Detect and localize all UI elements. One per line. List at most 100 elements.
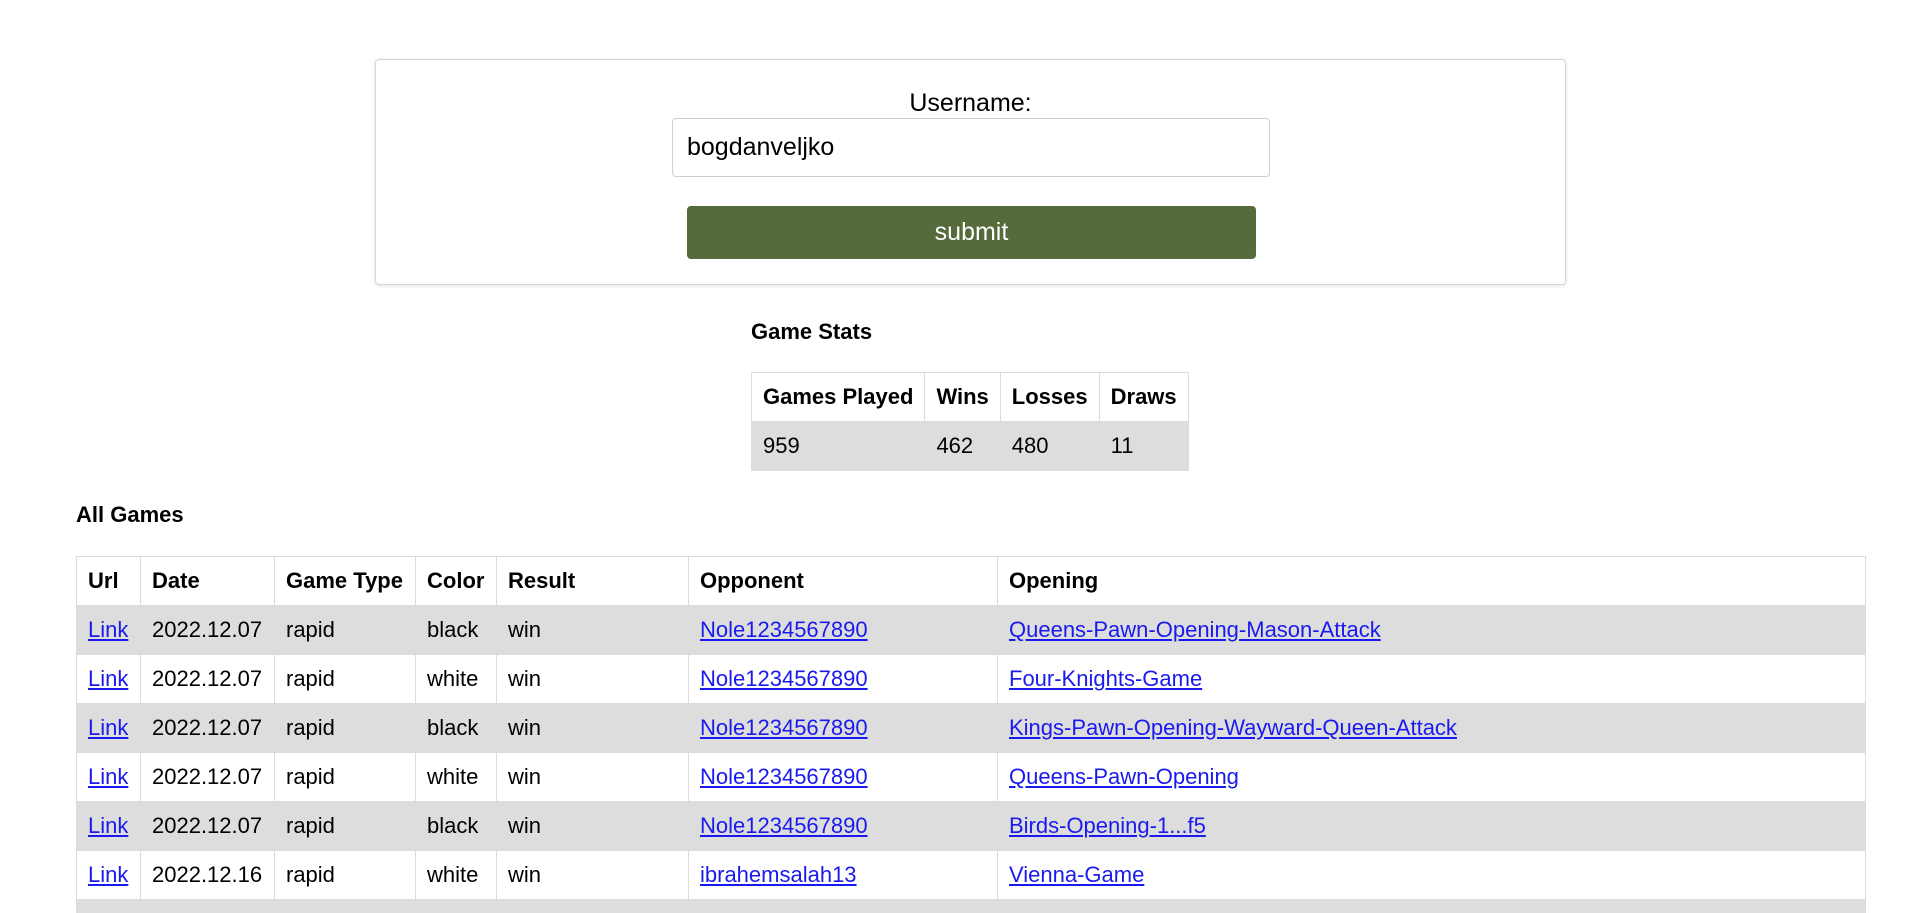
table-row: Link 2022.12.07 rapid black win Nole1234… [76,801,1866,851]
result-cell: win [496,703,689,753]
date-cell: 2022.12.07 [140,801,275,851]
opening-cell: Vienna-Game [997,850,1866,900]
games-header-game-type: Game Type [274,556,416,606]
opponent-cell: ibrahemsalah13 [688,850,998,900]
table-row: Link 2022.12.07 rapid white win Nole1234… [76,752,1866,802]
date-cell: 2022.12.07 [140,703,275,753]
game-stats-table: Games Played Wins Losses Draws 959 462 4… [750,372,1189,471]
game-link[interactable]: Link [88,617,128,642]
color-cell: white [415,752,497,802]
opponent-link[interactable]: Nole1234567890 [700,813,868,838]
opponent-link[interactable]: Nole1234567890 [700,666,868,691]
stats-wins: 462 [924,421,1001,471]
color-cell: white [415,654,497,704]
opponent-link[interactable]: Nole1234567890 [700,764,868,789]
page: Username: submit Game Stats Games Played… [0,0,1920,913]
date-cell: 2022.12.16 [140,850,275,900]
opponent-cell: Nole1234567890 [688,703,998,753]
opening-cell: Queens-Pawn-Opening-Mason-Attack [997,605,1866,655]
stats-losses: 480 [999,421,1100,471]
opening-link[interactable]: Vienna-Game [1009,862,1144,887]
opening-link[interactable]: Birds-Opening-1...f5 [1009,813,1206,838]
url-cell: Link [76,801,141,851]
opening-cell: Kings-Pawn-Opening-Wayward-Queen-Attack [997,703,1866,753]
url-cell: Link [76,850,141,900]
date-cell: 2022.12.07 [140,605,275,655]
game-type-cell [274,899,416,913]
opening-link[interactable]: Queens-Pawn-Opening [1009,764,1239,789]
game-link[interactable]: Link [88,862,128,887]
all-games-heading: All Games [76,502,184,527]
game-type-cell: rapid [274,752,416,802]
opening-link[interactable]: Kings-Pawn-Opening-Wayward-Queen-Attack [1009,715,1457,740]
game-link[interactable]: Link [88,813,128,838]
game-link[interactable]: Link [88,715,128,740]
table-row [76,899,1866,913]
date-cell: 2022.12.07 [140,752,275,802]
games-header-result: Result [496,556,689,606]
opponent-link[interactable]: Nole1234567890 [700,617,868,642]
color-cell [415,899,497,913]
opponent-cell: Nole1234567890 [688,654,998,704]
url-cell: Link [76,752,141,802]
games-header-opponent: Opponent [688,556,998,606]
all-games-table: Url Date Game Type Color Result Opponent… [76,556,1866,913]
stats-header-games-played: Games Played [750,372,926,422]
stats-games-played: 959 [750,421,926,471]
date-cell: 2022.12.07 [140,654,275,704]
url-cell [76,899,141,913]
games-header-date: Date [140,556,275,606]
opponent-link[interactable]: ibrahemsalah13 [700,862,857,887]
opening-cell [997,899,1866,913]
opponent-cell: Nole1234567890 [688,801,998,851]
game-type-cell: rapid [274,850,416,900]
stats-draws: 11 [1098,421,1189,471]
stats-header-losses: Losses [999,372,1100,422]
table-row: Link 2022.12.07 rapid black win Nole1234… [76,605,1866,655]
stats-values-row: 959 462 480 11 [750,421,1189,471]
game-link[interactable]: Link [88,764,128,789]
url-cell: Link [76,605,141,655]
game-type-cell: rapid [274,605,416,655]
opponent-cell [688,899,998,913]
result-cell: win [496,801,689,851]
games-header-opening: Opening [997,556,1866,606]
stats-header-wins: Wins [924,372,1001,422]
games-header-row: Url Date Game Type Color Result Opponent… [76,556,1866,606]
date-cell [140,899,275,913]
color-cell: white [415,850,497,900]
color-cell: black [415,801,497,851]
color-cell: black [415,703,497,753]
games-header-url: Url [76,556,141,606]
opponent-cell: Nole1234567890 [688,752,998,802]
game-type-cell: rapid [274,654,416,704]
result-cell [496,899,689,913]
opening-link[interactable]: Queens-Pawn-Opening-Mason-Attack [1009,617,1381,642]
opening-link[interactable]: Four-Knights-Game [1009,666,1202,691]
games-header-color: Color [415,556,497,606]
color-cell: black [415,605,497,655]
username-label: Username: [909,89,1032,117]
table-row: Link 2022.12.07 rapid black win Nole1234… [76,703,1866,753]
opening-cell: Queens-Pawn-Opening [997,752,1866,802]
url-cell: Link [76,654,141,704]
submit-button[interactable]: submit [687,206,1256,259]
opening-cell: Four-Knights-Game [997,654,1866,704]
opening-cell: Birds-Opening-1...f5 [997,801,1866,851]
result-cell: win [496,605,689,655]
game-link[interactable]: Link [88,666,128,691]
url-cell: Link [76,703,141,753]
game-type-cell: rapid [274,801,416,851]
game-stats-heading: Game Stats [751,319,873,344]
stats-header-draws: Draws [1098,372,1189,422]
opponent-link[interactable]: Nole1234567890 [700,715,868,740]
username-input[interactable] [672,118,1270,177]
game-type-cell: rapid [274,703,416,753]
result-cell: win [496,850,689,900]
result-cell: win [496,752,689,802]
username-form: Username: submit [375,59,1566,285]
table-row: Link 2022.12.16 rapid white win ibrahems… [76,850,1866,900]
opponent-cell: Nole1234567890 [688,605,998,655]
stats-header-row: Games Played Wins Losses Draws [750,372,1189,422]
result-cell: win [496,654,689,704]
